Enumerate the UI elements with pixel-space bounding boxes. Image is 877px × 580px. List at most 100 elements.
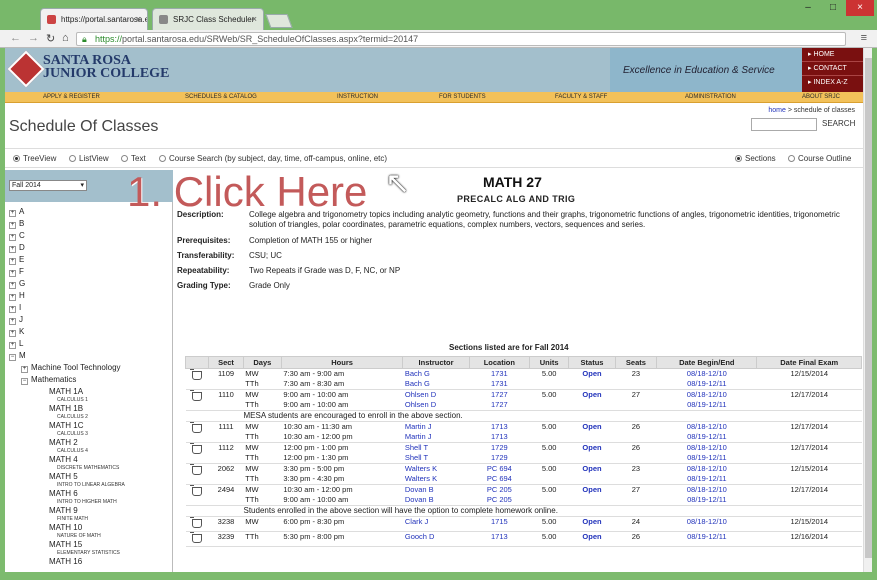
location[interactable]: PC 205 PC 205: [469, 484, 530, 506]
radio-course-search[interactable]: Course Search (by subject, day, time, of…: [159, 154, 387, 163]
location-line[interactable]: 1731: [471, 379, 527, 389]
date-begin-end-line[interactable]: 08/19-12/11: [659, 495, 755, 505]
shopping-cart-icon[interactable]: [190, 422, 203, 433]
shopping-cart-icon[interactable]: [190, 369, 203, 380]
tree-subject[interactable]: + Machine Tool Technology: [9, 362, 173, 374]
reload-icon[interactable]: ↻: [46, 32, 55, 45]
maximize-icon[interactable]: □: [821, 0, 845, 16]
tree-letter-c[interactable]: + C: [9, 230, 173, 242]
instructor[interactable]: Dovan B Dovan B: [402, 484, 470, 506]
nav-faculty-staff[interactable]: FACULTY & STAFF: [555, 94, 607, 100]
instructor[interactable]: Shell T Shell T: [402, 442, 470, 464]
minimize-icon[interactable]: –: [796, 0, 820, 16]
tree-letter-j[interactable]: + J: [9, 314, 173, 326]
instructor[interactable]: Ohlsen D Ohlsen D: [402, 389, 470, 411]
location-line[interactable]: PC 205: [471, 495, 527, 505]
expand-icon[interactable]: +: [9, 270, 16, 277]
date-begin-end[interactable]: 08/18-12/10 08/19-12/11: [656, 368, 757, 390]
expand-icon[interactable]: +: [9, 258, 16, 265]
date-begin-end-line[interactable]: 08/19-12/11: [659, 532, 755, 542]
radio-sections[interactable]: Sections: [735, 154, 776, 163]
date-begin-end-line[interactable]: 08/19-12/11: [659, 432, 755, 442]
tree-course[interactable]: MATH 10: [9, 522, 173, 533]
search-button[interactable]: SEARCH: [822, 119, 855, 128]
nav-about-srjc[interactable]: ABOUT SRJC: [802, 94, 840, 100]
date-begin-end[interactable]: 08/18-12/10 08/19-12/11: [656, 442, 757, 464]
tree-letter-k[interactable]: + K: [9, 326, 173, 338]
date-begin-end-line[interactable]: 08/19-12/11: [659, 379, 755, 389]
instructor-line[interactable]: Bach G: [405, 369, 467, 379]
nav-apply-register[interactable]: APPLY & REGISTER: [43, 94, 100, 100]
location[interactable]: 1729 1729: [469, 442, 530, 464]
location[interactable]: 1715: [469, 516, 530, 532]
tree-course[interactable]: MATH 9: [9, 505, 173, 516]
instructor-line[interactable]: Bach G: [405, 379, 467, 389]
location-line[interactable]: 1729: [471, 443, 527, 453]
date-begin-end-line[interactable]: 08/18-12/10: [659, 485, 755, 495]
expand-icon[interactable]: +: [9, 222, 16, 229]
location-line[interactable]: 1727: [471, 390, 527, 400]
shopping-cart-icon[interactable]: [190, 485, 203, 496]
instructor-line[interactable]: Walters K: [405, 464, 467, 474]
tree-letter-m[interactable]: − M: [9, 350, 173, 362]
date-begin-end[interactable]: 08/18-12/10 08/19-12/11: [656, 463, 757, 485]
tree-subject[interactable]: − Mathematics: [9, 374, 173, 386]
date-begin-end[interactable]: 08/18-12/10 08/19-12/11: [656, 421, 757, 443]
location-line[interactable]: PC 694: [471, 474, 527, 484]
status-link[interactable]: Open: [568, 368, 616, 390]
breadcrumb-home[interactable]: home: [768, 107, 786, 114]
close-tab-icon[interactable]: ×: [252, 14, 257, 24]
shopping-cart-icon[interactable]: [190, 464, 203, 475]
nav-for-students[interactable]: FOR STUDENTS: [439, 94, 486, 100]
home-icon[interactable]: ⌂: [62, 32, 69, 44]
address-bar[interactable]: 🔒︎ https://portal.santarosa.edu/SRWeb/SR…: [76, 32, 846, 46]
location-line[interactable]: 1715: [471, 517, 527, 527]
expand-icon[interactable]: +: [9, 234, 16, 241]
tab-class-scheduler[interactable]: SRJC Class Scheduler ×: [152, 8, 264, 30]
expand-icon[interactable]: +: [21, 366, 28, 373]
quick-link-contact[interactable]: ▸ CONTACT: [802, 62, 863, 76]
srjc-logo-icon[interactable]: [7, 50, 45, 88]
instructor-line[interactable]: Shell T: [405, 443, 467, 453]
instructor[interactable]: Martin J Martin J: [402, 421, 470, 443]
tree-letter-e[interactable]: + E: [9, 254, 173, 266]
date-begin-end[interactable]: 08/18-12/10: [656, 516, 757, 532]
tree-course[interactable]: MATH 16: [9, 556, 173, 567]
status-link[interactable]: Open: [568, 484, 616, 506]
instructor-line[interactable]: Walters K: [405, 474, 467, 484]
date-begin-end[interactable]: 08/19-12/11: [656, 531, 757, 547]
expand-icon[interactable]: +: [9, 282, 16, 289]
date-begin-end-line[interactable]: 08/18-12/10: [659, 464, 755, 474]
location-line[interactable]: 1729: [471, 453, 527, 463]
location-line[interactable]: 1727: [471, 400, 527, 410]
location-line[interactable]: 1731: [471, 369, 527, 379]
tree-letter-g[interactable]: + G: [9, 278, 173, 290]
expand-icon[interactable]: +: [9, 246, 16, 253]
expand-icon[interactable]: +: [9, 306, 16, 313]
instructor-line[interactable]: Shell T: [405, 453, 467, 463]
browser-menu-icon[interactable]: ≡: [861, 32, 867, 44]
expand-icon[interactable]: +: [9, 318, 16, 325]
instructor-line[interactable]: Ohlsen D: [405, 400, 467, 410]
instructor[interactable]: Walters K Walters K: [402, 463, 470, 485]
date-begin-end-line[interactable]: 08/19-12/11: [659, 400, 755, 410]
tree-course[interactable]: MATH 5: [9, 471, 173, 482]
status-link[interactable]: Open: [568, 463, 616, 485]
site-logo-text[interactable]: SANTA ROSA JUNIOR COLLEGE: [43, 54, 169, 81]
location[interactable]: 1713 1713: [469, 421, 530, 443]
nav-schedules-catalog[interactable]: SCHEDULES & CATALOG: [185, 94, 257, 100]
radio-course-outline[interactable]: Course Outline: [788, 154, 851, 163]
status-link[interactable]: Open: [568, 389, 616, 411]
tree-course[interactable]: MATH 6: [9, 488, 173, 499]
date-begin-end-line[interactable]: 08/18-12/10: [659, 517, 755, 527]
date-begin-end-line[interactable]: 08/19-12/11: [659, 453, 755, 463]
location-line[interactable]: 1713: [471, 432, 527, 442]
radio-treeview[interactable]: TreeView: [13, 154, 56, 163]
tree-letter-l[interactable]: + L: [9, 338, 173, 350]
term-select[interactable]: Fall 2014 ▾: [9, 180, 87, 191]
date-begin-end-line[interactable]: 08/18-12/10: [659, 443, 755, 453]
close-window-icon[interactable]: ×: [846, 0, 874, 16]
instructor-line[interactable]: Clark J: [405, 517, 467, 527]
instructor[interactable]: Bach G Bach G: [402, 368, 470, 390]
tree-letter-i[interactable]: + I: [9, 302, 173, 314]
